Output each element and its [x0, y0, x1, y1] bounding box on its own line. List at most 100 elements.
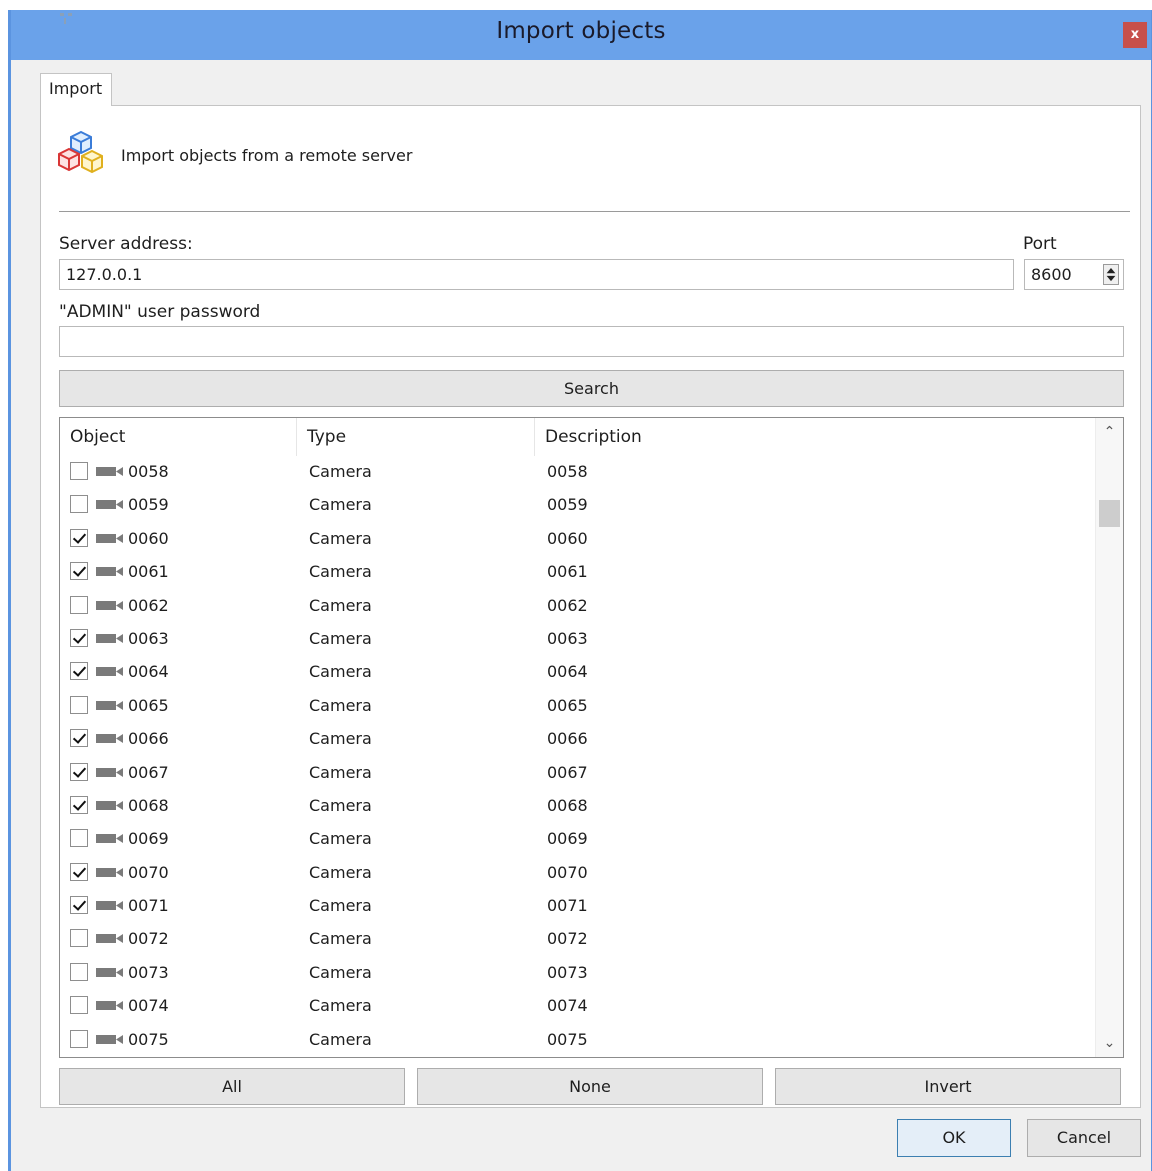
object-description: 0068: [547, 795, 588, 815]
camera-icon: [96, 1001, 123, 1011]
object-type: Camera: [309, 762, 372, 782]
scroll-up-icon[interactable]: ⌃: [1096, 418, 1123, 446]
object-description: 0073: [547, 962, 588, 982]
object-type: Camera: [309, 628, 372, 648]
server-address-label: Server address:: [59, 234, 193, 254]
object-description: 0075: [547, 1029, 588, 1049]
table-row[interactable]: 0071 Camera 0071: [60, 892, 1095, 925]
object-name: 0059: [128, 495, 169, 515]
object-type: Camera: [309, 495, 372, 515]
row-checkbox[interactable]: [70, 628, 88, 647]
object-name: 0061: [128, 562, 169, 582]
column-header-type[interactable]: Type: [297, 418, 535, 456]
object-type: Camera: [309, 862, 372, 882]
invert-selection-button[interactable]: Invert: [775, 1068, 1121, 1105]
object-description: 0067: [547, 762, 588, 782]
table-row[interactable]: 0075 Camera 0075: [60, 1026, 1095, 1057]
row-checkbox[interactable]: [70, 896, 88, 915]
camera-icon: [96, 967, 123, 977]
table-row[interactable]: 0068 Camera 0068: [60, 792, 1095, 825]
port-spinbox[interactable]: 8600: [1024, 259, 1124, 290]
object-name: 0062: [128, 595, 169, 615]
row-checkbox[interactable]: [70, 862, 88, 881]
table-row[interactable]: 0059 Camera 0059: [60, 491, 1095, 524]
table-row[interactable]: 0060 Camera 0060: [60, 525, 1095, 558]
close-button[interactable]: x: [1123, 22, 1147, 48]
search-button[interactable]: Search: [59, 370, 1124, 407]
select-all-button[interactable]: All: [59, 1068, 405, 1105]
row-checkbox[interactable]: [70, 1029, 88, 1048]
table-row[interactable]: 0073 Camera 0073: [60, 959, 1095, 992]
port-label: Port: [1023, 234, 1057, 254]
object-type: Camera: [309, 996, 372, 1016]
header-description: Import objects from a remote server: [121, 146, 413, 165]
table-row[interactable]: 0067 Camera 0067: [60, 759, 1095, 792]
object-description: 0069: [547, 829, 588, 849]
column-header-object[interactable]: Object: [60, 418, 297, 456]
table-row[interactable]: 0063 Camera 0063: [60, 625, 1095, 658]
row-checkbox[interactable]: [70, 495, 88, 514]
ok-button[interactable]: OK: [897, 1119, 1011, 1157]
camera-icon: [96, 700, 123, 710]
object-type: Camera: [309, 962, 372, 982]
row-checkbox[interactable]: [70, 595, 88, 614]
header-divider: [59, 211, 1130, 212]
server-address-input[interactable]: 127.0.0.1: [59, 259, 1014, 290]
table-row[interactable]: 0065 Camera 0065: [60, 692, 1095, 725]
object-type: Camera: [309, 562, 372, 582]
row-checkbox[interactable]: [70, 662, 88, 681]
object-type: Camera: [309, 1029, 372, 1049]
object-type: Camera: [309, 795, 372, 815]
table-row[interactable]: 0066 Camera 0066: [60, 725, 1095, 758]
row-checkbox[interactable]: [70, 829, 88, 848]
object-name: 0067: [128, 762, 169, 782]
camera-icon: [96, 467, 123, 476]
object-name: 0075: [128, 1029, 169, 1049]
spin-arrows-icon[interactable]: [1103, 264, 1119, 285]
object-description: 0071: [547, 896, 588, 916]
camera-icon: [96, 734, 123, 744]
camera-icon: [96, 667, 123, 677]
table-row[interactable]: 0064 Camera 0064: [60, 658, 1095, 691]
close-icon: x: [1130, 27, 1140, 42]
objects-table: Object Type Description 0058 Camera 0058 00…: [59, 417, 1124, 1058]
object-name: 0058: [128, 462, 169, 481]
select-none-button[interactable]: None: [417, 1068, 763, 1105]
row-checkbox[interactable]: [70, 462, 88, 480]
object-type: Camera: [309, 462, 372, 481]
table-row[interactable]: 0061 Camera 0061: [60, 558, 1095, 591]
password-input[interactable]: [59, 326, 1124, 357]
row-checkbox[interactable]: [70, 729, 88, 748]
table-row[interactable]: 0058 Camera 0058: [60, 458, 1095, 491]
object-type: Camera: [309, 595, 372, 615]
cancel-button[interactable]: Cancel: [1027, 1119, 1141, 1157]
vertical-scrollbar[interactable]: ⌃ ⌄: [1095, 418, 1123, 1057]
row-checkbox[interactable]: [70, 929, 88, 948]
tab-import[interactable]: Import: [40, 73, 112, 106]
camera-icon: [96, 1034, 123, 1044]
row-checkbox[interactable]: [70, 528, 88, 547]
scroll-down-icon[interactable]: ⌄: [1096, 1029, 1123, 1057]
table-row[interactable]: 0062 Camera 0062: [60, 592, 1095, 625]
table-row[interactable]: 0072 Camera 0072: [60, 925, 1095, 958]
object-name: 0071: [128, 896, 169, 916]
table-row[interactable]: 0069 Camera 0069: [60, 825, 1095, 858]
row-checkbox[interactable]: [70, 795, 88, 814]
row-checkbox[interactable]: [70, 562, 88, 581]
object-type: Camera: [309, 929, 372, 949]
column-header-description[interactable]: Description: [535, 418, 1097, 456]
cubes-icon: [58, 130, 103, 174]
table-row[interactable]: 0074 Camera 0074: [60, 992, 1095, 1025]
row-checkbox[interactable]: [70, 695, 88, 714]
window-title: Import objects: [496, 18, 666, 44]
row-checkbox[interactable]: [70, 962, 88, 981]
object-name: 0065: [128, 695, 169, 715]
table-row[interactable]: 0070 Camera 0070: [60, 859, 1095, 892]
row-checkbox[interactable]: [70, 996, 88, 1015]
camera-icon: [96, 834, 123, 844]
row-checkbox[interactable]: [70, 762, 88, 781]
object-name: 0068: [128, 795, 169, 815]
scroll-thumb[interactable]: [1099, 500, 1120, 527]
title-bar[interactable]: Import objects x: [11, 10, 1151, 60]
camera-icon: [96, 567, 123, 577]
